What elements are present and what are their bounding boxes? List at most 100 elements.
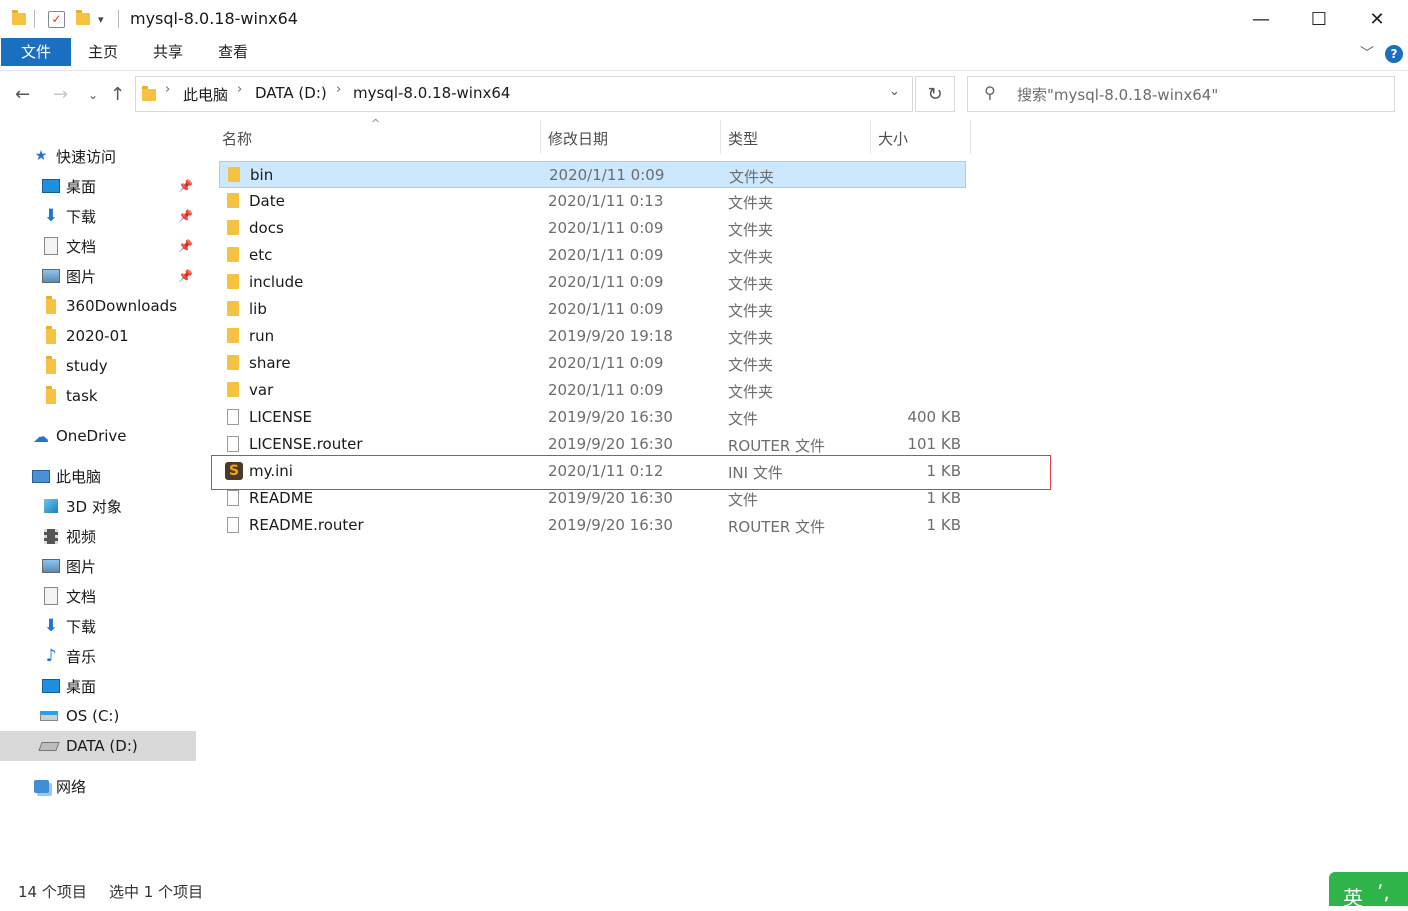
file-row-include[interactable]: include 2020/1/11 0:09 文件夹	[219, 269, 966, 296]
breadcrumb-current-folder[interactable]: mysql-8.0.18-winx64	[353, 84, 510, 102]
column-header-date[interactable]: 修改日期	[548, 128, 608, 149]
pin-icon[interactable]: 📌	[178, 269, 193, 283]
breadcrumb-this-pc[interactable]: 此电脑	[183, 84, 228, 105]
sidebar-item-360downloads[interactable]: 360Downloads	[0, 291, 196, 321]
sidebar-item-documents-pc[interactable]: 文档	[0, 581, 196, 611]
file-name: var	[249, 381, 274, 399]
pin-icon[interactable]: 📌	[178, 209, 193, 223]
file-date: 2019/9/20 16:30	[548, 489, 673, 507]
sidebar-item-music[interactable]: ♪ 音乐	[0, 641, 196, 671]
file-row-run[interactable]: run 2019/9/20 19:18 文件夹	[219, 323, 966, 350]
file-row-etc[interactable]: etc 2020/1/11 0:09 文件夹	[219, 242, 966, 269]
pin-icon[interactable]: 📌	[178, 179, 193, 193]
recent-locations-icon[interactable]: ⌄	[88, 82, 98, 108]
column-header-type[interactable]: 类型	[728, 128, 758, 149]
sidebar-item-pictures-pc[interactable]: 图片	[0, 551, 196, 581]
sidebar-item-pictures[interactable]: 图片 📌	[0, 261, 196, 291]
search-input[interactable]: 搜索"mysql-8.0.18-winx64"	[1017, 84, 1218, 105]
file-row-bin[interactable]: bin 2020/1/11 0:09 文件夹	[219, 161, 966, 188]
sidebar-item-3d-objects[interactable]: 3D 对象	[0, 491, 196, 521]
os-drive-icon	[40, 708, 58, 724]
sidebar-item-task[interactable]: task	[0, 381, 196, 411]
file-date: 2020/1/11 0:09	[548, 273, 664, 291]
minimize-button[interactable]: —	[1232, 0, 1290, 38]
file-type: ROUTER 文件	[728, 437, 826, 455]
sidebar-item-desktop[interactable]: 桌面 📌	[0, 171, 196, 201]
address-bar[interactable]	[135, 76, 913, 112]
expand-ribbon-icon[interactable]: ﹀	[1360, 43, 1374, 63]
tab-file[interactable]: 文件	[1, 38, 71, 66]
chevron-right-icon[interactable]: ›	[237, 82, 242, 97]
forward-icon[interactable]: →	[53, 82, 68, 108]
ime-indicator[interactable]: 英 ʼ,	[1329, 872, 1408, 910]
sidebar-this-pc[interactable]: 此电脑	[0, 461, 196, 491]
column-divider[interactable]	[870, 120, 871, 154]
file-name: LICENSE	[249, 408, 312, 426]
file-date: 2020/1/11 0:09	[549, 166, 665, 184]
sidebar-item-2020-01[interactable]: 2020-01	[0, 321, 196, 351]
refresh-button[interactable]: ↻	[915, 76, 955, 112]
sidebar-label: 2020-01	[66, 327, 129, 345]
maximize-button[interactable]: ☐	[1290, 0, 1348, 38]
help-icon[interactable]: ?	[1385, 45, 1403, 63]
column-divider[interactable]	[720, 120, 721, 154]
tab-home[interactable]: 主页	[88, 38, 118, 66]
tab-share[interactable]: 共享	[153, 38, 183, 66]
chevron-right-icon[interactable]: ›	[336, 82, 341, 97]
desktop-icon	[42, 178, 60, 194]
sidebar-item-downloads[interactable]: ⬇ 下载 📌	[0, 201, 196, 231]
file-row-license[interactable]: LICENSE 2019/9/20 16:30 文件 400 KB	[219, 404, 966, 431]
sidebar-label: 图片	[66, 557, 97, 576]
sidebar-network[interactable]: 网络	[0, 771, 196, 801]
address-dropdown-icon[interactable]: ⌄	[889, 84, 900, 99]
sidebar-onedrive[interactable]: ☁ OneDrive	[0, 421, 196, 451]
breadcrumb-data-drive[interactable]: DATA (D:)	[255, 84, 327, 102]
file-icon	[227, 517, 239, 533]
file-size: 400 KB	[907, 408, 961, 426]
file-name: bin	[250, 166, 274, 184]
column-header-name[interactable]: 名称	[222, 128, 252, 149]
file-type: 文件夹	[728, 275, 774, 293]
up-icon[interactable]: ↑	[110, 82, 125, 108]
file-date: 2020/1/11 0:13	[548, 192, 664, 210]
sidebar-item-os-c[interactable]: OS (C:)	[0, 701, 196, 731]
column-header-size[interactable]: 大小	[878, 128, 908, 149]
divider	[118, 10, 119, 28]
file-date: 2020/1/11 0:09	[548, 381, 664, 399]
new-folder-icon[interactable]	[76, 9, 90, 29]
star-icon: ★	[34, 148, 48, 164]
sidebar-item-study[interactable]: study	[0, 351, 196, 381]
picture-icon	[42, 558, 60, 574]
back-icon[interactable]: ←	[15, 82, 30, 108]
sidebar-label: 快速访问	[56, 147, 117, 166]
pin-icon[interactable]: 📌	[178, 239, 193, 253]
properties-icon[interactable]: ✓	[48, 9, 65, 29]
sidebar-item-videos[interactable]: 视频	[0, 521, 196, 551]
file-row-docs[interactable]: docs 2020/1/11 0:09 文件夹	[219, 215, 966, 242]
sort-ascending-icon[interactable]: ^	[371, 117, 380, 130]
file-row-license-router[interactable]: LICENSE.router 2019/9/20 16:30 ROUTER 文件…	[219, 431, 966, 458]
file-date: 2019/9/20 16:30	[548, 435, 673, 453]
file-row-date[interactable]: Date 2020/1/11 0:13 文件夹	[219, 188, 966, 215]
sidebar-item-data-d[interactable]: DATA (D:)	[0, 731, 196, 761]
sidebar-item-documents[interactable]: 文档 📌	[0, 231, 196, 261]
sidebar-label: 视频	[66, 527, 97, 546]
file-row-readme-router[interactable]: README.router 2019/9/20 16:30 ROUTER 文件 …	[219, 512, 966, 539]
column-divider[interactable]	[540, 120, 541, 154]
divider	[34, 10, 35, 28]
file-row-lib[interactable]: lib 2020/1/11 0:09 文件夹	[219, 296, 966, 323]
column-divider[interactable]	[970, 120, 971, 154]
sidebar-label: 文档	[66, 237, 97, 256]
file-row-share[interactable]: share 2020/1/11 0:09 文件夹	[219, 350, 966, 377]
close-button[interactable]: ✕	[1348, 0, 1406, 38]
sidebar-item-desktop-pc[interactable]: 桌面	[0, 671, 196, 701]
sidebar-label: 音乐	[66, 647, 97, 666]
chevron-down-icon[interactable]: ▾	[98, 9, 104, 29]
file-row-var[interactable]: var 2020/1/11 0:09 文件夹	[219, 377, 966, 404]
chevron-right-icon[interactable]: ›	[165, 82, 170, 97]
sidebar-item-downloads-pc[interactable]: ⬇ 下载	[0, 611, 196, 641]
sidebar-quick-access[interactable]: ★ 快速访问	[0, 141, 196, 171]
tab-view[interactable]: 查看	[218, 38, 248, 66]
file-name: LICENSE.router	[249, 435, 363, 453]
folder-icon	[42, 355, 60, 374]
